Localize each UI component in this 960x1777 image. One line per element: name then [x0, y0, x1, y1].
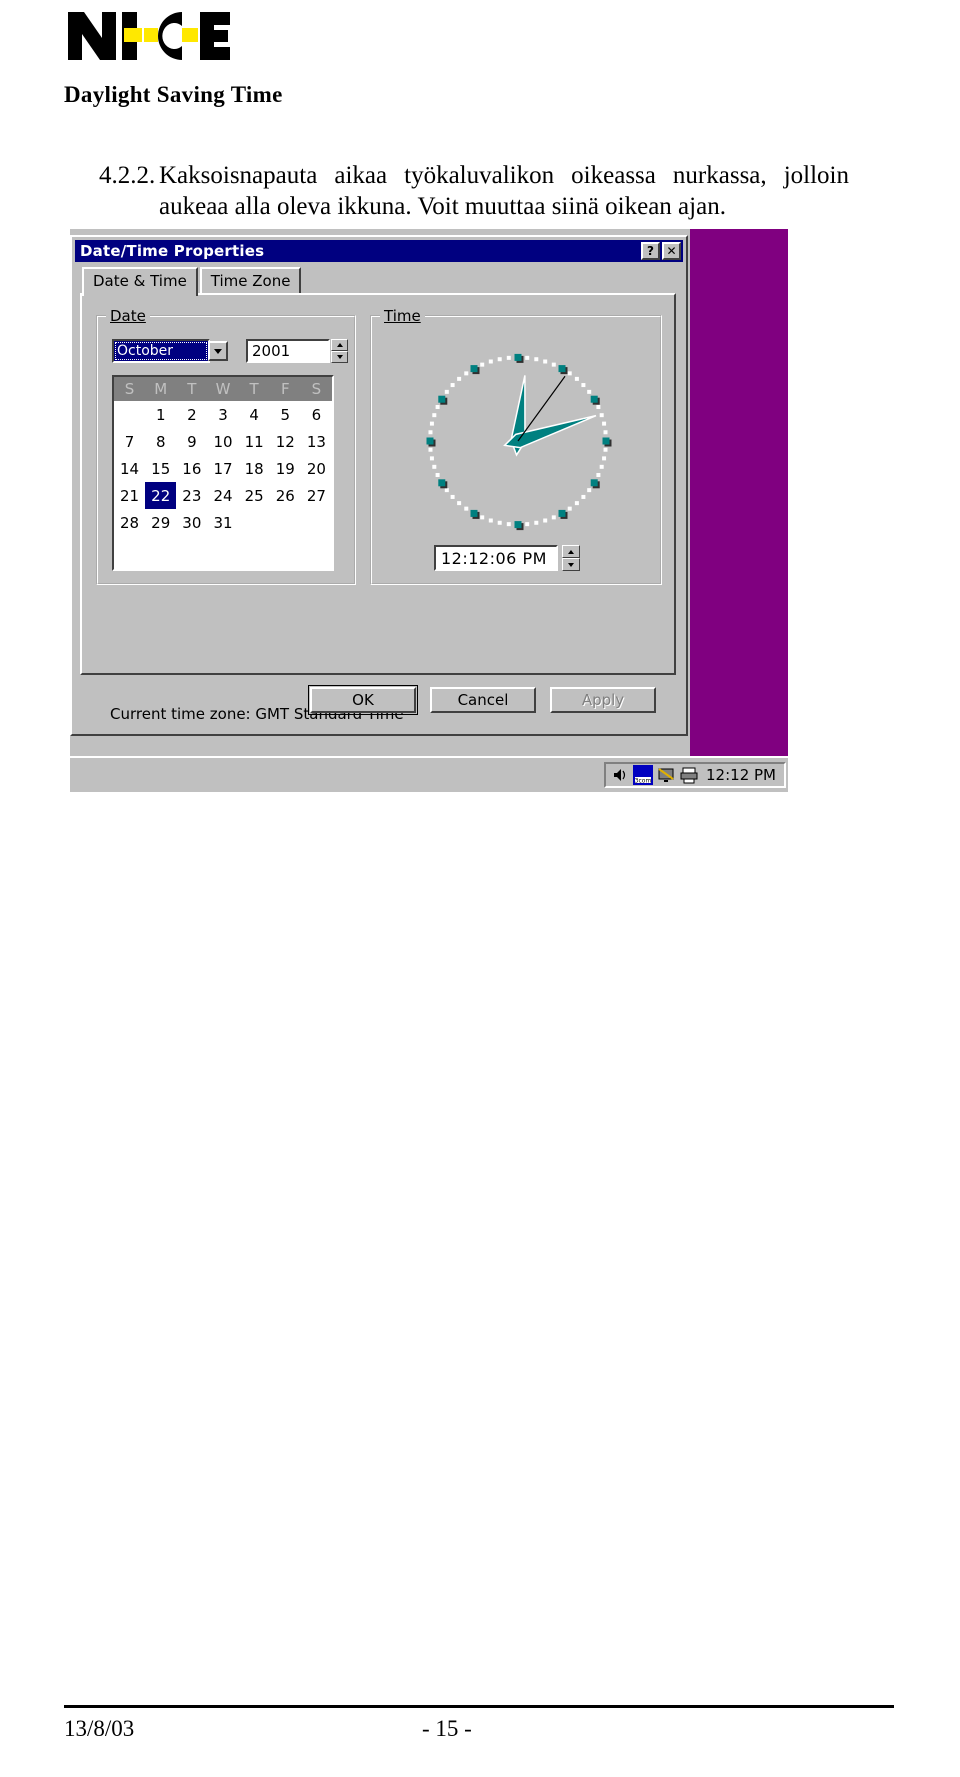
calendar-day-17[interactable]: 17	[207, 455, 238, 482]
calendar-day-30[interactable]: 30	[176, 509, 207, 536]
calendar-day-10[interactable]: 10	[207, 428, 238, 455]
dialog-title: Date/Time Properties	[80, 242, 265, 260]
date-group-label-text: Date	[110, 307, 146, 325]
date-group: Date October 2001 SMTWTFS 1 2 3 4 5 6 7 8 9 10 11 1…	[96, 307, 356, 585]
help-icon[interactable]: ?	[641, 242, 660, 260]
calendar-grid[interactable]: SMTWTFS 1 2 3 4 5 6 7 8 9 10 11 12 13 14 15 16 17 18 19 20 2…	[112, 375, 334, 571]
step-paragraph: 4.2.2. Kaksoisnapauta aikaa työkaluvaliko…	[99, 160, 859, 222]
page-title: Daylight Saving Time	[64, 82, 283, 107]
calendar-day-2[interactable]: 2	[176, 401, 207, 428]
time-input[interactable]: 12:12:06 PM	[434, 545, 558, 571]
tab-page-date-time: Date October 2001 SMTWTFS 1 2 3 4 5 6 7 8 9 10 11 1…	[80, 293, 676, 723]
calendar-day-empty	[301, 509, 332, 536]
year-stepper-down[interactable]	[331, 351, 348, 363]
footer-date: 13/8/03	[64, 1716, 135, 1741]
calendar-day-25[interactable]: 25	[239, 482, 270, 509]
cancel-button[interactable]: Cancel	[430, 687, 536, 713]
close-icon[interactable]: ✕	[662, 242, 681, 260]
calendar-day-5[interactable]: 5	[270, 401, 301, 428]
calendar-day-19[interactable]: 19	[270, 455, 301, 482]
calendar-weekday-4: T	[249, 380, 259, 398]
calendar-day-31[interactable]: 31	[207, 509, 238, 536]
tab-time-zone[interactable]: Time Zone	[199, 267, 302, 294]
calendar-day-7[interactable]: 7	[114, 428, 145, 455]
calendar-day-29[interactable]: 29	[145, 509, 176, 536]
calendar-day-12[interactable]: 12	[270, 428, 301, 455]
calendar-day-21[interactable]: 21	[114, 482, 145, 509]
chevron-down-icon[interactable]	[208, 341, 228, 361]
calendar-day-empty	[114, 401, 145, 428]
speaker-icon[interactable]	[610, 765, 631, 785]
calendar-day-6[interactable]: 6	[301, 401, 332, 428]
calendar-day-18[interactable]: 18	[239, 455, 270, 482]
analog-clock	[394, 343, 642, 539]
system-tray: 3com 12:12 PM	[604, 762, 786, 788]
calendar-weekday-1: M	[154, 380, 168, 398]
apply-button: Apply	[550, 687, 656, 713]
month-value: October	[114, 341, 208, 361]
calendar-day-22[interactable]: 22	[145, 482, 177, 509]
calendar-day-14[interactable]: 14	[114, 455, 145, 482]
calendar-weekday-headers: S M TWT F S	[114, 377, 332, 401]
month-dropdown[interactable]: October	[112, 339, 228, 363]
nice-logo	[64, 8, 234, 64]
year-stepper-up[interactable]	[331, 339, 348, 351]
tab-date-and-time[interactable]: Date & Time	[82, 267, 198, 296]
calendar-day-28[interactable]: 28	[114, 509, 145, 536]
calendar-day-4[interactable]: 4	[239, 401, 270, 428]
calendar-weekday-5: F	[280, 380, 290, 398]
calendar-weekday-2: T	[187, 380, 197, 398]
calendar-day-8[interactable]: 8	[145, 428, 176, 455]
dialog-titlebar: Date/Time Properties ? ✕	[75, 240, 683, 262]
network-3com-icon[interactable]: 3com	[633, 765, 654, 785]
calendar-day-26[interactable]: 26	[270, 482, 301, 509]
time-stepper[interactable]	[562, 545, 580, 571]
calendar-day-13[interactable]: 13	[301, 428, 332, 455]
calendar-weekday-6: S	[311, 380, 322, 398]
calendar-week-row: 14 15 16 17 18 19 20	[114, 455, 332, 482]
calendar-day-3[interactable]: 3	[207, 401, 238, 428]
printer-icon[interactable]	[679, 765, 700, 785]
desktop-background	[688, 229, 788, 756]
year-input[interactable]: 2001	[246, 339, 330, 363]
step-text: Kaksoisnapauta aikaa työkaluvalikon oike…	[159, 162, 849, 220]
calendar-day-27[interactable]: 27	[301, 482, 332, 509]
time-stepper-up[interactable]	[562, 545, 580, 558]
date-group-label: Date	[106, 307, 150, 325]
time-group-label-text: Time	[384, 307, 421, 325]
footer-divider	[64, 1705, 894, 1708]
taskbar: 3com 12:12 PM	[70, 756, 788, 792]
taskbar-clock[interactable]: 12:12 PM	[702, 766, 780, 784]
calendar-week-row: 21 22 23 24 25 26 27	[114, 482, 332, 509]
calendar-day-11[interactable]: 11	[239, 428, 270, 455]
footer-page-number: - 15 -	[422, 1716, 472, 1741]
calendar-day-23[interactable]: 23	[176, 482, 207, 509]
time-stepper-down[interactable]	[562, 558, 580, 571]
calendar-week-row: 123456	[114, 401, 332, 428]
calendar-day-empty	[270, 509, 301, 536]
svg-text:3com: 3com	[635, 778, 652, 785]
display-icon[interactable]	[656, 765, 677, 785]
time-group: Time 12:12:06 PM	[370, 307, 662, 585]
calendar-day-20[interactable]: 20	[301, 455, 332, 482]
embedded-screenshot: Date/Time Properties ? ✕ Date & Time Tim…	[70, 229, 788, 792]
calendar-day-9[interactable]: 9	[176, 428, 207, 455]
time-group-label: Time	[380, 307, 425, 325]
calendar-day-1[interactable]: 1	[145, 401, 176, 428]
calendar-weekday-0: S	[124, 380, 135, 398]
dialog-button-row: OK Cancel Apply	[308, 685, 656, 715]
calendar-day-16[interactable]: 16	[176, 455, 207, 482]
date-time-properties-dialog: Date/Time Properties ? ✕ Date & Time Tim…	[70, 235, 688, 736]
step-number: 4.2.2.	[99, 162, 156, 189]
calendar-day-24[interactable]: 24	[207, 482, 238, 509]
calendar-week-row: 7 8 9 10 11 12 13	[114, 428, 332, 455]
calendar-weekday-3: W	[215, 380, 231, 398]
calendar-week-row: 28 29 30 31	[114, 509, 332, 536]
ok-button[interactable]: OK	[308, 685, 418, 715]
year-stepper[interactable]	[331, 339, 348, 363]
tab-strip: Date & Time Time Zone	[82, 267, 303, 296]
calendar-day-empty	[239, 509, 270, 536]
calendar-body: 1 2 3 4 5 6 7 8 9 10 11 12 13 14 15 16 17 18 19 20 21 22 23 24 2…	[114, 401, 332, 536]
calendar-day-15[interactable]: 15	[145, 455, 176, 482]
